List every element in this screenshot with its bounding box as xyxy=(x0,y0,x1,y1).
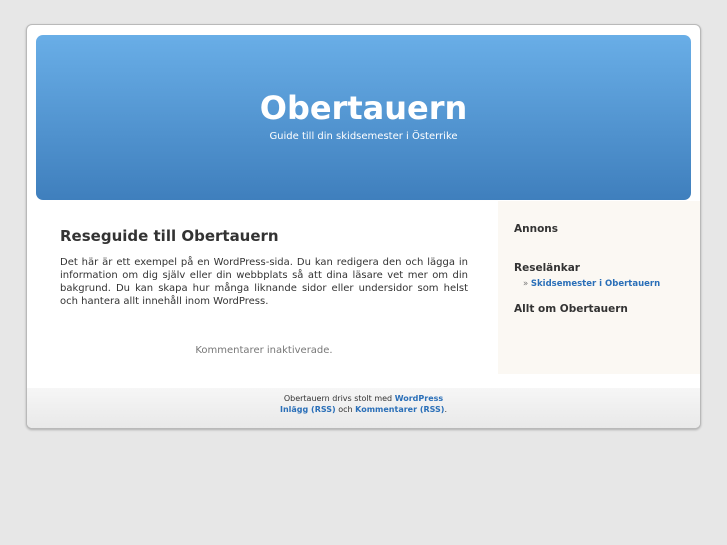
site-header: Obertauern Guide till din skidsemester i… xyxy=(36,35,691,200)
list-item: » Skidsemester i Obertauern xyxy=(523,279,660,289)
blog-title[interactable]: Obertauern xyxy=(36,90,691,126)
entries-rss-link[interactable]: Inlägg (RSS) xyxy=(280,405,336,414)
widget-title-reselankar: Reselänkar xyxy=(514,262,580,274)
sidebar: Annons Reselänkar » Skidsemester i Obert… xyxy=(498,201,700,374)
footer-and-text: och xyxy=(338,405,353,414)
blog-description: Guide till din skidsemester i Österrike xyxy=(269,131,458,142)
post-body: Det här är ett exempel på en WordPress-s… xyxy=(60,257,468,307)
footer-powered-text: Obertauern drivs stolt med xyxy=(283,394,393,403)
footer-end-punct: . xyxy=(444,405,447,414)
main-content: Reseguide till Obertauern Det här är ett… xyxy=(60,227,468,356)
widget-title-allt-om: Allt om Obertauern xyxy=(514,303,628,315)
link-skidsemester[interactable]: Skidsemester i Obertauern xyxy=(531,279,660,289)
page-container: Obertauern Guide till din skidsemester i… xyxy=(26,24,701,429)
blogroll-list: » Skidsemester i Obertauern xyxy=(523,279,660,289)
site-footer: Obertauern drivs stolt med WordPress Inl… xyxy=(27,388,700,428)
post-title[interactable]: Reseguide till Obertauern xyxy=(60,227,468,245)
footer-line-1: Obertauern drivs stolt med WordPress xyxy=(27,393,700,404)
footer-line-2: Inlägg (RSS) och Kommentarer (RSS). xyxy=(27,404,700,415)
wordpress-link[interactable]: WordPress xyxy=(395,394,443,403)
comments-status: Kommentarer inaktiverade. xyxy=(195,345,333,356)
widget-title-annons: Annons xyxy=(514,223,559,235)
comments-rss-link[interactable]: Kommentarer (RSS) xyxy=(355,405,444,414)
footer-text: Obertauern drivs stolt med WordPress Inl… xyxy=(27,393,700,415)
bullet-glyph: » xyxy=(523,279,529,289)
